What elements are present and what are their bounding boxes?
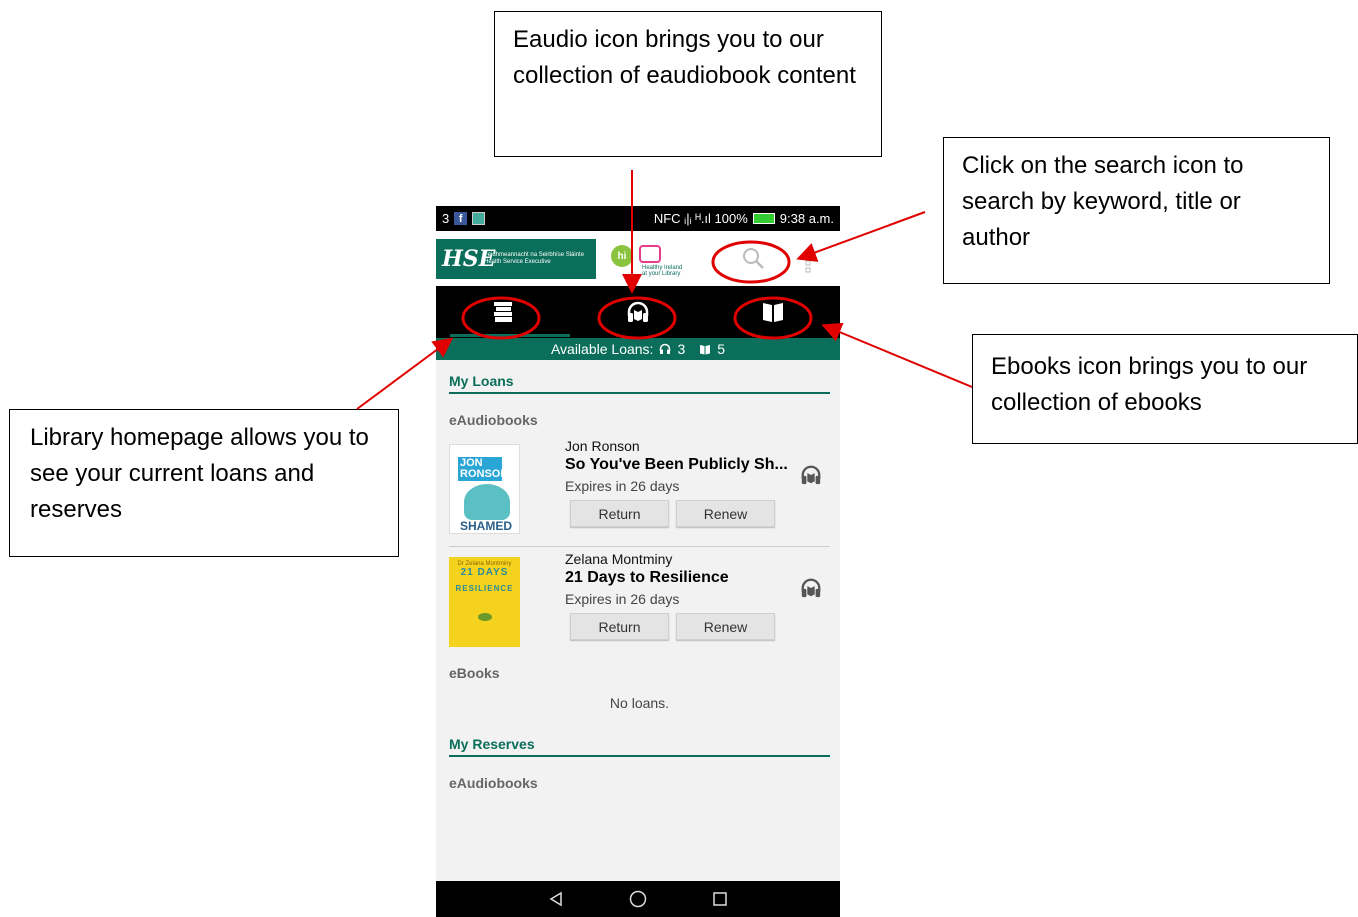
loan-item: Dr Zelana Montminy 21 DAYS RESILIENCE Ze…	[449, 547, 830, 659]
status-bar: 3 f NFC ᵢ|ᵢ ᴴ.ıl 100% 9:38 a.m.	[436, 206, 840, 231]
library-icon	[494, 302, 512, 322]
book-icon	[700, 344, 711, 354]
search-icon[interactable]	[741, 246, 765, 270]
available-loans-label: Available Loans:	[550, 341, 654, 357]
renew-button[interactable]: Renew	[676, 613, 775, 640]
headphones-icon	[801, 465, 821, 485]
home-icon[interactable]	[629, 890, 647, 908]
book-cover[interactable]: Dr Zelana Montminy 21 DAYS RESILIENCE	[449, 557, 520, 647]
active-tab-indicator	[450, 334, 570, 337]
my-loans-heading: My Loans	[449, 360, 830, 394]
android-nav-bar	[436, 881, 840, 917]
tab-ebooks[interactable]	[706, 286, 840, 338]
library-heart-logo	[639, 245, 661, 263]
eaudio-callout: Eaudio icon brings you to our collection…	[494, 11, 882, 157]
ebooks-arrow	[821, 322, 973, 388]
facebook-icon: f	[454, 212, 468, 225]
library-callout: Library homepage allows you to see your …	[9, 409, 399, 557]
hse-line1: Feidhmeannacht na Seirbhíse Sláinte	[484, 252, 585, 258]
tab-eaudio[interactable]	[571, 286, 705, 338]
my-reserves-heading: My Reserves	[449, 723, 830, 757]
loan-item: JON RONSON SHAMED Jon Ronson So You've B…	[449, 434, 830, 547]
cover-art	[464, 484, 510, 520]
ebook-loan-count: 5	[717, 341, 726, 357]
app-header: HSE Feidhmeannacht na Seirbhíse Sláinte …	[436, 231, 840, 286]
partner-text-2: at your Library	[642, 271, 681, 277]
battery-icon	[752, 213, 775, 224]
headphones-icon	[801, 578, 821, 598]
book-title[interactable]: 21 Days to Resilience	[565, 569, 795, 587]
renew-button[interactable]: Renew	[676, 500, 775, 527]
return-button[interactable]: Return	[570, 613, 669, 640]
search-callout: Click on the search icon to search by ke…	[943, 137, 1330, 284]
notification-count: 3	[442, 211, 450, 226]
book-author: Zelana Montminy	[565, 551, 673, 567]
cover-text: RESILIENCE	[455, 584, 514, 593]
cover-text: SHAMED	[460, 519, 513, 533]
signal-status: NFC ᵢ|ᵢ ᴴ.ıl 100%	[653, 211, 748, 226]
healthy-ireland-logo: hi	[611, 245, 633, 267]
gallery-icon	[472, 212, 486, 225]
back-icon[interactable]	[548, 891, 564, 907]
eaudiobooks-subheading: eAudiobooks	[449, 412, 538, 428]
audio-loan-count: 3	[677, 341, 686, 357]
hse-logo: HSE Feidhmeannacht na Seirbhíse Sláinte …	[436, 239, 596, 279]
book-cover[interactable]: JON RONSON SHAMED	[449, 444, 520, 534]
overflow-menu-icon[interactable]	[804, 253, 812, 273]
hse-line2: Health Service Executive	[484, 259, 551, 265]
book-expiry: Expires in 26 days	[565, 591, 680, 607]
tab-library-home[interactable]	[436, 286, 570, 338]
headphones-icon	[627, 301, 649, 322]
cover-text: JON RONSON	[458, 457, 509, 481]
ebooks-callout: Ebooks icon brings you to our collection…	[972, 334, 1358, 444]
book-author: Jon Ronson	[565, 438, 640, 454]
return-button[interactable]: Return	[570, 500, 669, 527]
content-area: My Loans eAudiobooks JON RONSON SHAMED J…	[436, 360, 840, 791]
cover-text: 21 DAYS	[460, 567, 509, 578]
ebooks-subheading: eBooks	[449, 665, 500, 681]
phone-screen: 3 f NFC ᵢ|ᵢ ᴴ.ıl 100% 9:38 a.m. HSE Feid…	[436, 206, 840, 917]
headphones-icon	[660, 343, 671, 354]
available-loans-bar: Available Loans: 3 5	[436, 338, 840, 360]
reserves-eaudiobooks-subheading: eAudiobooks	[449, 775, 538, 791]
cover-text: Dr Zelana Montminy	[457, 561, 512, 567]
hse-logo-mark: HSE	[442, 246, 496, 272]
cover-art	[477, 613, 492, 621]
book-title[interactable]: So You've Been Publicly Sh...	[565, 456, 795, 474]
recents-icon[interactable]	[712, 891, 728, 907]
clock: 9:38 a.m.	[779, 211, 834, 226]
empty-loans-message: No loans.	[609, 695, 670, 711]
book-expiry: Expires in 26 days	[565, 478, 680, 494]
book-icon	[763, 303, 783, 322]
healthy-ireland-text: Healthy Ireland at your Library	[642, 265, 682, 277]
tab-bar	[436, 286, 840, 338]
